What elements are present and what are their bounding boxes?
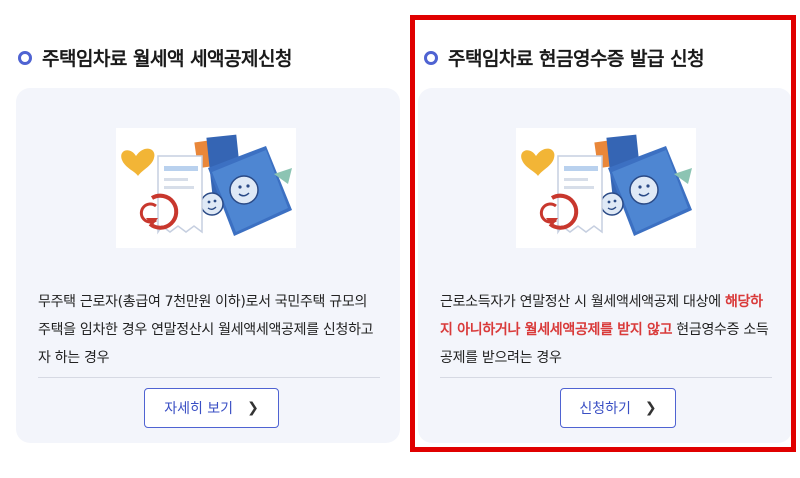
card-description: 근로소득자가 연말정산 시 월세액세액공제 대상에 해당하지 아니하거나 월세세… <box>440 288 772 372</box>
chevron-right-icon: ❯ <box>247 400 259 416</box>
section-monthly-rent-tax-credit: 주택임차료 월세액 세액공제신청 무주택 근로자(총급여 7천만원 이하)로서 <box>0 0 400 478</box>
info-card: 근로소득자가 연말정산 시 월세액세액공제 대상에 해당하지 아니하거나 월세세… <box>418 88 792 443</box>
bullet-ring-icon <box>18 50 32 65</box>
section-title-text: 주택임차료 월세액 세액공제신청 <box>42 48 292 70</box>
card-description: 무주택 근로자(총급여 7천만원 이하)로서 국민주택 규모의 주택을 임차한 … <box>38 294 374 366</box>
button-label: 신청하기 <box>579 401 631 417</box>
section-title: 주택임차료 현금영수증 발급 신청 <box>424 44 705 71</box>
divider <box>440 377 772 378</box>
house-rent-illustration <box>516 128 696 248</box>
info-card: 무주택 근로자(총급여 7천만원 이하)로서 국민주택 규모의 주택을 임차한 … <box>16 88 400 443</box>
house-rent-illustration <box>116 128 296 248</box>
section-cash-receipt-issuance: 주택임차료 현금영수증 발급 신청 근로소득자가 연말정산 시 월세액세액공제 <box>410 0 800 478</box>
divider <box>38 377 380 378</box>
section-title-text: 주택임차료 현금영수증 발급 신청 <box>448 48 705 70</box>
desc-part-1: 근로소득자가 연말정산 시 월세액세액공제 대상에 <box>440 294 725 310</box>
bullet-ring-icon <box>424 50 438 65</box>
button-label: 자세히 보기 <box>164 401 234 417</box>
apply-button[interactable]: 신청하기 ❯ <box>560 388 676 428</box>
section-title: 주택임차료 월세액 세액공제신청 <box>18 44 292 71</box>
chevron-right-icon: ❯ <box>644 400 657 416</box>
view-details-button[interactable]: 자세히 보기 ❯ <box>144 388 279 428</box>
